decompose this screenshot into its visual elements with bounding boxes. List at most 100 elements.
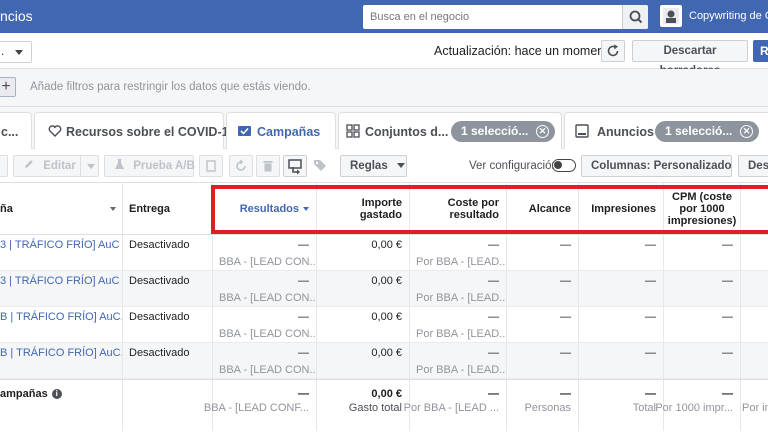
ads-selection-pill[interactable]: 1 selecció... ✕ — [655, 121, 759, 142]
account-switcher[interactable]: Copywriting de Otr — [660, 5, 768, 27]
tag-icon — [314, 160, 326, 171]
undo-button[interactable] — [229, 155, 253, 177]
reach-cell: — — [507, 271, 579, 307]
chevron-down-icon — [396, 163, 405, 169]
tab-covid-label: Recursos sobre el COVID-19 — [66, 125, 236, 139]
info-icon[interactable]: i — [51, 389, 62, 399]
tab-ads[interactable]: Anuncios 1 selecció... ✕ — [564, 112, 768, 149]
col-impressions[interactable]: Impresiones — [579, 183, 664, 235]
breakdown-dropdown[interactable]: Desg — [738, 155, 768, 177]
cpm-value: — — [722, 311, 733, 323]
col-cpm[interactable]: CPM (coste por 1000 impresiones) — [664, 183, 741, 235]
review-button[interactable]: R — [753, 40, 768, 62]
view-settings-toggle[interactable] — [552, 159, 576, 172]
ads-selection-label: 1 selecció... — [665, 124, 733, 138]
col-name[interactable]: ña — [0, 183, 123, 235]
account-name: Copywriting de Otr — [689, 10, 768, 22]
spent-cell: 0,00 € — [317, 307, 410, 343]
folder-check-icon — [238, 126, 251, 136]
totals-reach-cell: — Personas — [507, 380, 579, 431]
campaign-name-link[interactable]: B | TRÁFICO FRÍO] AuC... — [0, 347, 122, 359]
col-delivery-label: Entrega — [129, 203, 170, 215]
col-amount-spent[interactable]: Importe gastado — [317, 183, 410, 235]
impressions-cell: — — [579, 343, 664, 379]
campaign-name-link[interactable]: B | TRÁFICO FRÍO] AuC... — [0, 311, 122, 323]
search-button[interactable] — [622, 5, 648, 29]
discard-drafts-button[interactable]: Descartar borradores — [632, 40, 748, 77]
campaign-name-link[interactable]: 3 | TRÁFICO FRÍO] AuC ... — [0, 239, 122, 251]
rules-dropdown[interactable]: Reglas — [340, 155, 407, 177]
duplicate-button[interactable] — [199, 155, 223, 177]
totals-cpm-cell: — Por 1000 impr... — [655, 380, 741, 431]
tab-accounts[interactable]: c... — [0, 112, 32, 149]
cost-cell: — Por BBA - [LEAD... — [410, 307, 507, 343]
create-button[interactable] — [0, 155, 8, 177]
results-cell: — BBA - [LEAD CON... — [213, 271, 317, 307]
reach-value: — — [560, 347, 571, 359]
delete-button[interactable] — [256, 155, 280, 177]
results-sub: BBA - [LEAD CON... — [219, 292, 317, 304]
table-row[interactable]: B | TRÁFICO FRÍO] AuC... Desactivado — BBA … — [0, 343, 768, 379]
clear-selection-icon[interactable]: ✕ — [536, 125, 549, 138]
edit-button[interactable]: Editar — [13, 155, 99, 177]
add-filter-button[interactable]: + — [0, 77, 16, 97]
totals-cpm-value: — — [722, 388, 733, 400]
ab-test-label: Prueba A/B — [133, 160, 195, 172]
totals-reach-sub: Personas — [524, 402, 571, 414]
results-value: — — [298, 275, 309, 287]
action-toolbar: Editar Prueba A/B Reglas Ver configuraci… — [0, 149, 768, 183]
ad-icon — [575, 124, 589, 138]
view-dropdown[interactable]: . — [0, 41, 32, 63]
spent-cell: 0,00 € — [317, 343, 410, 379]
chevron-down-icon[interactable] — [87, 164, 95, 169]
impressions-cell: — — [579, 235, 664, 271]
col-delivery[interactable]: Entrega — [123, 183, 213, 235]
cpm-value: — — [722, 239, 733, 251]
campaign-name-cell[interactable]: 3 | TRÁFICO FRÍO] AuC ... — [0, 271, 123, 307]
ab-test-button[interactable]: Prueba A/B — [104, 155, 195, 177]
level-tabs: c... Recursos sobre el COVID-19 Campañas… — [0, 107, 768, 150]
results-cell: — BBA - [LEAD CON... — [213, 235, 317, 271]
tab-covid[interactable]: Recursos sobre el COVID-19 — [34, 112, 236, 149]
tab-campaigns[interactable]: Campañas — [226, 112, 336, 150]
col-reach[interactable]: Alcance — [507, 183, 579, 235]
col-cost-per-result[interactable]: Coste por resultado — [410, 183, 507, 235]
campaign-name-cell[interactable]: 3 | TRÁFICO FRÍO] AuC ... — [0, 235, 123, 271]
extra-cell — [741, 343, 768, 379]
campaign-name-cell[interactable]: B | TRÁFICO FRÍO] AuC... — [0, 343, 123, 379]
pencil-icon — [25, 160, 33, 168]
table-row[interactable]: 3 | TRÁFICO FRÍO] AuC ... Desactivado — BBA… — [0, 235, 768, 271]
totals-row: ampañas i — BBA - [LEAD CONF... 0,00 € Ga… — [0, 379, 768, 431]
adsets-selection-pill[interactable]: 1 selecció... ✕ — [451, 121, 555, 142]
tag-button[interactable] — [309, 155, 333, 177]
cost-cell: — Por BBA - [LEAD... — [410, 271, 507, 307]
delivery-status: Desactivado — [129, 275, 190, 287]
col-results[interactable]: Resultados — [213, 183, 317, 235]
totals-extra-sub: Por im — [742, 402, 768, 414]
refresh-button[interactable] — [601, 40, 625, 62]
results-sub: BBA - [LEAD CON... — [219, 256, 317, 268]
export-button[interactable] — [283, 155, 307, 177]
cpm-cell: — — [664, 343, 741, 379]
table-row[interactable]: B | TRÁFICO FRÍO] AuC... Desactivado — BBA … — [0, 307, 768, 343]
reach-cell: — — [507, 343, 579, 379]
columns-dropdown[interactable]: Columnas: Personalizado — [581, 155, 752, 177]
col-results-label: Resultados — [239, 203, 299, 215]
clear-selection-icon[interactable]: ✕ — [740, 125, 753, 138]
tab-adsets[interactable]: Conjuntos d... 1 selecció... ✕ — [338, 112, 562, 149]
sort-desc-icon — [303, 207, 309, 211]
campaign-name-cell[interactable]: B | TRÁFICO FRÍO] AuC... — [0, 307, 123, 343]
campaigns-table: ña Entrega Resultados Importe gastado Co… — [0, 183, 768, 436]
filter-placeholder[interactable]: Añade filtros para restringir los datos … — [30, 81, 311, 93]
col-reach-label: Alcance — [528, 203, 571, 215]
business-search[interactable]: Busca en el negocio — [363, 5, 648, 29]
totals-extra-cell: Por im — [741, 380, 768, 431]
delivery-cell: Desactivado — [123, 343, 213, 379]
campaign-name-link[interactable]: 3 | TRÁFICO FRÍO] AuC ... — [0, 275, 122, 287]
delivery-cell: Desactivado — [123, 307, 213, 343]
edit-label: Editar — [43, 160, 76, 172]
tab-accounts-label: c... — [1, 125, 19, 139]
sort-caret-icon — [110, 207, 116, 211]
tab-campaigns-label: Campañas — [257, 125, 321, 139]
table-row[interactable]: 3 | TRÁFICO FRÍO] AuC ... Desactivado — BBA… — [0, 271, 768, 307]
